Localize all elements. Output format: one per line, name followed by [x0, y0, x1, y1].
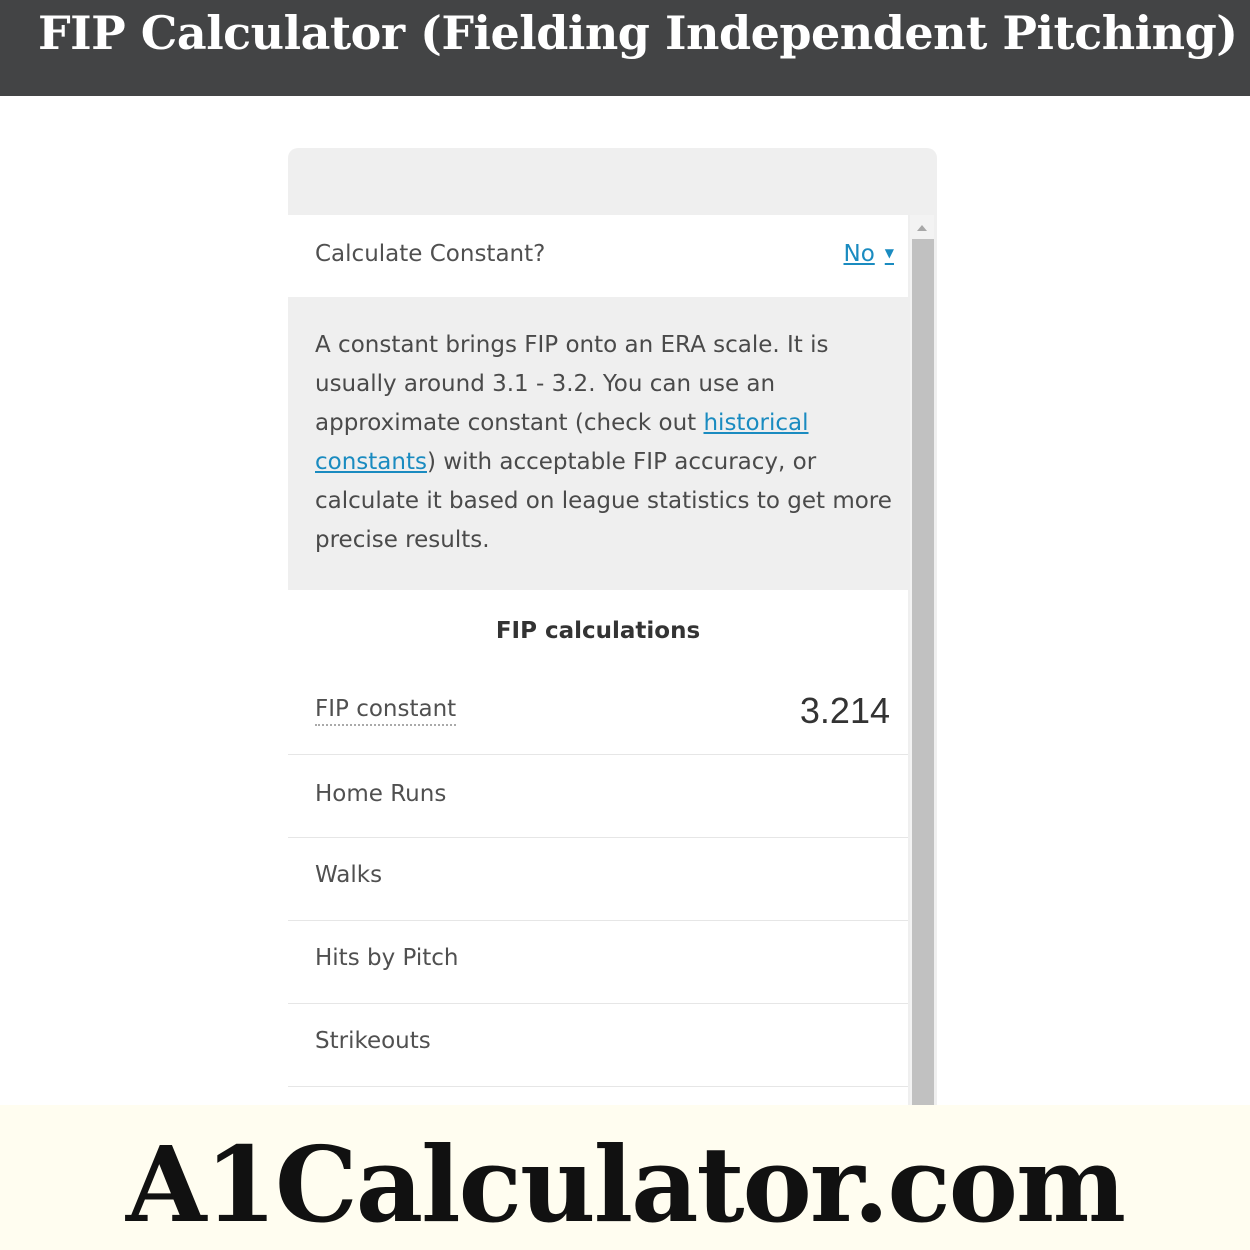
scrollbar[interactable] [910, 215, 934, 1105]
chevron-down-icon: ▼ [884, 246, 894, 260]
scrollbar-thumb[interactable] [912, 239, 934, 1105]
constant-info-box: A constant brings FIP onto an ERA scale.… [288, 297, 908, 590]
calculate-constant-select[interactable]: No ▼ [843, 241, 894, 267]
walks-row[interactable]: Walks [288, 838, 908, 921]
constant-info-text: A constant brings FIP onto an ERA scale.… [315, 326, 895, 560]
brand-text: A1Calculator.com [125, 1123, 1126, 1246]
fip-calculations-section: FIP calculations [288, 590, 908, 672]
hits-by-pitch-label: Hits by Pitch [315, 945, 459, 971]
fip-constant-row[interactable]: FIP constant 3.214 [288, 672, 908, 755]
calculate-constant-row: Calculate Constant? No ▼ [288, 215, 908, 297]
scroll-up-arrow-icon[interactable] [917, 225, 927, 231]
section-title: FIP calculations [495, 618, 701, 644]
strikeouts-row[interactable]: Strikeouts [288, 1004, 908, 1087]
fip-constant-value[interactable]: 3.214 [800, 690, 890, 732]
strikeouts-label: Strikeouts [315, 1028, 431, 1054]
fip-constant-label: FIP constant [315, 696, 457, 726]
brand-footer: A1Calculator.com [0, 1105, 1250, 1250]
hits-by-pitch-row[interactable]: Hits by Pitch [288, 921, 908, 1004]
page-title: FIP Calculator (Fielding Independent Pit… [38, 6, 1238, 60]
home-runs-row[interactable]: Home Runs [288, 755, 908, 838]
calculator-widget: Calculate Constant? No ▼ A constant bring… [288, 148, 937, 1105]
walks-label: Walks [315, 862, 383, 888]
calculate-constant-label: Calculate Constant? [315, 241, 546, 267]
home-runs-label: Home Runs [315, 781, 447, 807]
calculator-content: Calculate Constant? No ▼ A constant bring… [288, 215, 908, 1105]
calculate-constant-value: No [843, 241, 875, 267]
header-bar: FIP Calculator (Fielding Independent Pit… [0, 0, 1250, 96]
next-row-partial [288, 1087, 908, 1105]
